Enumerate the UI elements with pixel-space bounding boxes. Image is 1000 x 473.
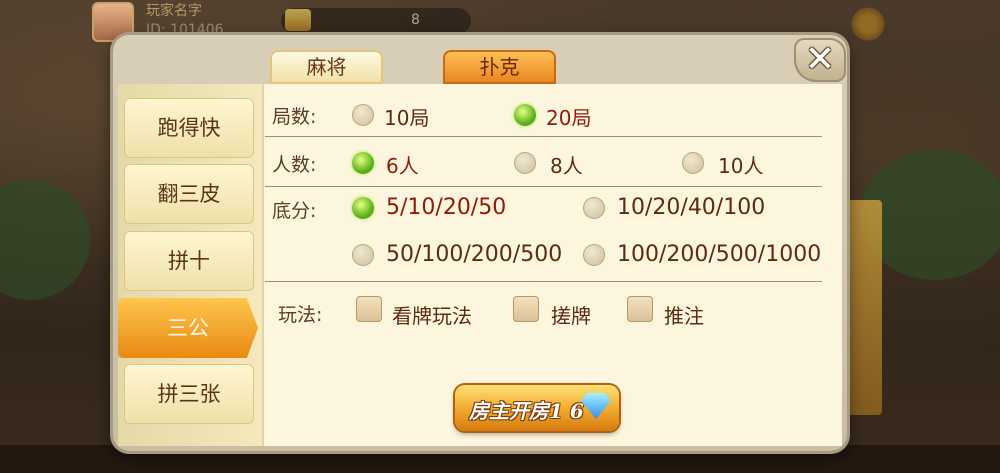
create-room-button-label: 房主开房1 6 [469, 399, 584, 423]
players-8-radio[interactable] [514, 152, 536, 174]
diamond-icon [581, 393, 611, 419]
players-6-radio[interactable] [352, 152, 374, 174]
base-score-3-option[interactable]: 50/100/200/500 [386, 242, 562, 267]
divider [265, 136, 822, 137]
sidebar-item-fansanpi[interactable]: 翻三皮 [124, 164, 254, 224]
players-10-option[interactable]: 10人 [718, 150, 763, 179]
coin-value: 8 [411, 12, 420, 28]
base-score-4-radio[interactable] [583, 244, 605, 266]
rounds-label: 局数: [272, 106, 317, 128]
rounds-20-option[interactable]: 20局 [546, 102, 591, 131]
rule-tuizhu-checkbox[interactable] [627, 296, 653, 322]
divider [265, 281, 822, 282]
players-label: 人数: [272, 154, 317, 176]
sidebar-item-pinsanzhang[interactable]: 拼三张 [124, 364, 254, 424]
base-score-2-radio[interactable] [583, 197, 605, 219]
rules-label: 玩法: [278, 304, 323, 326]
rounds-20-radio[interactable] [514, 104, 536, 126]
settings-gear-icon[interactable] [848, 6, 888, 42]
rule-cuopai-checkbox[interactable] [513, 296, 539, 322]
coin-icon [285, 9, 311, 31]
coin-counter[interactable]: 8 [281, 8, 471, 34]
base-score-1-radio[interactable] [352, 197, 374, 219]
rule-tuizhu-option[interactable]: 推注 [664, 300, 704, 329]
base-score-2-option[interactable]: 10/20/40/100 [617, 195, 765, 220]
players-10-radio[interactable] [682, 152, 704, 174]
rule-cuopai-option[interactable]: 搓牌 [551, 300, 591, 329]
create-room-button[interactable]: 房主开房1 6 [455, 385, 619, 431]
players-8-option[interactable]: 8人 [550, 150, 583, 179]
sidebar-item-pinshi[interactable]: 拼十 [124, 231, 254, 291]
divider [265, 186, 822, 187]
player-name: 玩家名字 [146, 3, 202, 19]
close-button[interactable]: ✕ [794, 38, 846, 82]
rounds-10-option[interactable]: 10局 [384, 102, 429, 131]
base-score-label: 底分: [272, 200, 317, 222]
base-score-3-radio[interactable] [352, 244, 374, 266]
background-banner [848, 200, 882, 415]
rounds-10-radio[interactable] [352, 104, 374, 126]
base-score-4-option[interactable]: 100/200/500/1000 [617, 242, 821, 267]
player-info-bar: 玩家名字 ID: 101406 8 [86, 0, 471, 42]
tab-mahjong[interactable]: 麻将 [270, 50, 383, 84]
players-6-option[interactable]: 6人 [386, 150, 419, 179]
sidebar-item-paodekuai[interactable]: 跑得快 [124, 98, 254, 158]
tab-poker[interactable]: 扑克 [443, 50, 556, 84]
rule-kanpai-checkbox[interactable] [356, 296, 382, 322]
base-score-1-option[interactable]: 5/10/20/50 [386, 195, 506, 220]
rule-kanpai-option[interactable]: 看牌玩法 [392, 300, 472, 329]
sidebar-item-sangong[interactable]: 三公 [118, 298, 258, 358]
